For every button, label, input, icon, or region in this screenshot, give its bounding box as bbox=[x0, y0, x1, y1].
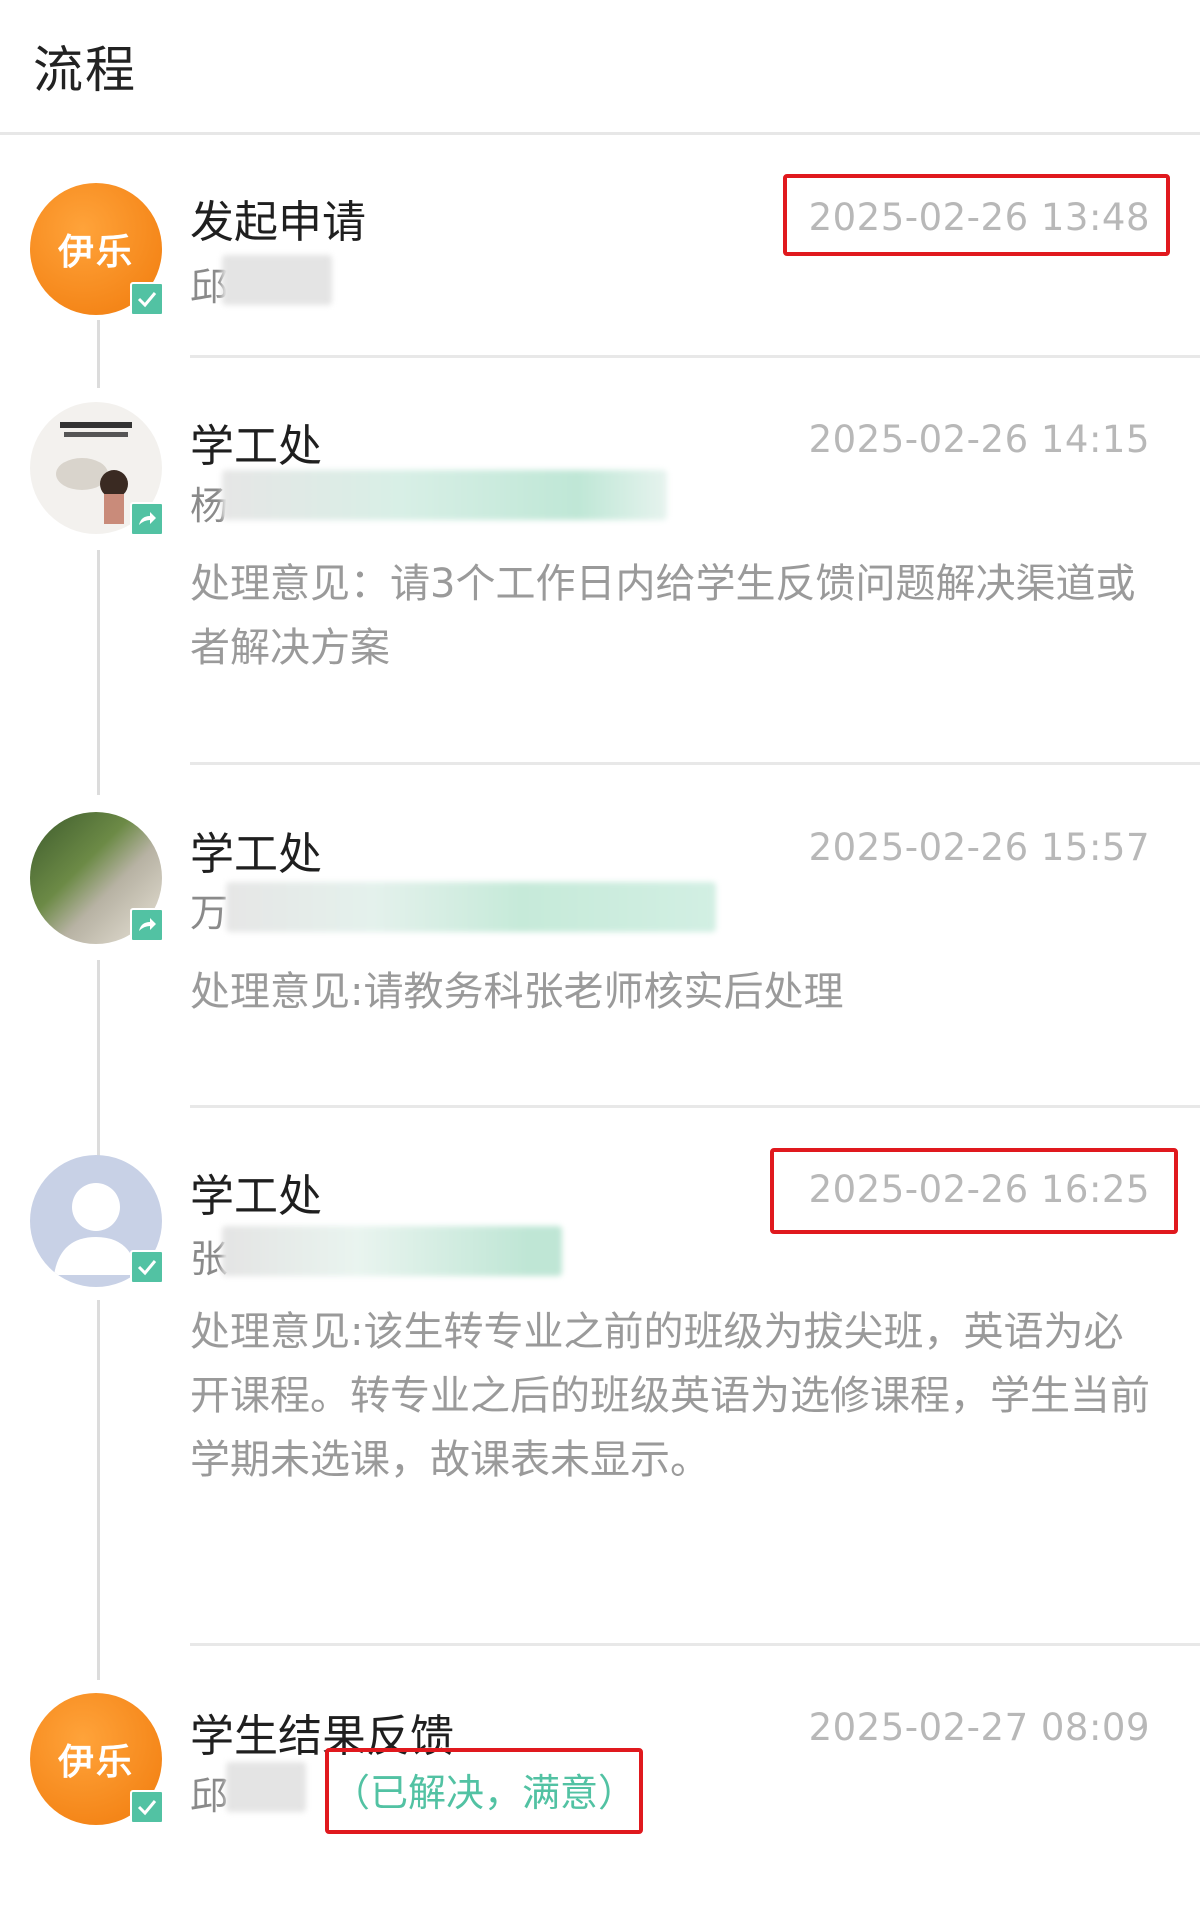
forward-icon bbox=[130, 908, 164, 942]
redacted-name bbox=[222, 470, 667, 520]
person-name: 邱 bbox=[190, 1774, 229, 1818]
step-title: 学工处 bbox=[190, 1171, 322, 1222]
forward-icon bbox=[130, 502, 164, 536]
item-divider bbox=[190, 762, 1200, 765]
step-title: 发起申请 bbox=[190, 197, 366, 248]
redacted-name bbox=[226, 882, 716, 932]
timeline-connector bbox=[97, 960, 100, 1160]
check-icon bbox=[130, 282, 164, 316]
item-divider bbox=[190, 1105, 1200, 1108]
step-time: 2025-02-26 15:57 bbox=[808, 826, 1150, 869]
step-title: 学工处 bbox=[190, 829, 322, 880]
person-name: 万 bbox=[190, 891, 229, 935]
page-title: 流程 bbox=[33, 41, 137, 99]
check-icon bbox=[130, 1250, 164, 1284]
step-opinion: 处理意见:请教务科张老师核实后处理 bbox=[190, 969, 844, 1015]
check-icon bbox=[130, 1790, 164, 1824]
item-divider bbox=[190, 1643, 1200, 1646]
timeline-connector bbox=[97, 320, 100, 388]
highlight-box bbox=[325, 1748, 643, 1834]
header-divider bbox=[0, 132, 1200, 135]
step-opinion: 处理意见:该生转专业之前的班级为拔尖班，英语为必开课程。转专业之后的班级英语为选… bbox=[190, 1309, 1150, 1483]
step-title: 学工处 bbox=[190, 421, 322, 472]
avatar-label: 伊乐 bbox=[57, 1742, 134, 1783]
item-divider bbox=[190, 355, 1200, 358]
avatar-label: 伊乐 bbox=[57, 232, 134, 273]
highlight-box bbox=[783, 174, 1170, 256]
timeline-connector bbox=[97, 550, 100, 795]
timeline-connector bbox=[97, 1300, 100, 1680]
redacted-name bbox=[222, 255, 332, 305]
redacted-name bbox=[222, 1226, 562, 1276]
step-time: 2025-02-27 08:09 bbox=[808, 1706, 1150, 1749]
redacted-name bbox=[226, 1762, 306, 1812]
step-opinion: 处理意见：请3个工作日内给学生反馈问题解决渠道或者解决方案 bbox=[190, 561, 1136, 671]
step-time: 2025-02-26 14:15 bbox=[808, 418, 1150, 461]
highlight-box bbox=[770, 1148, 1178, 1234]
